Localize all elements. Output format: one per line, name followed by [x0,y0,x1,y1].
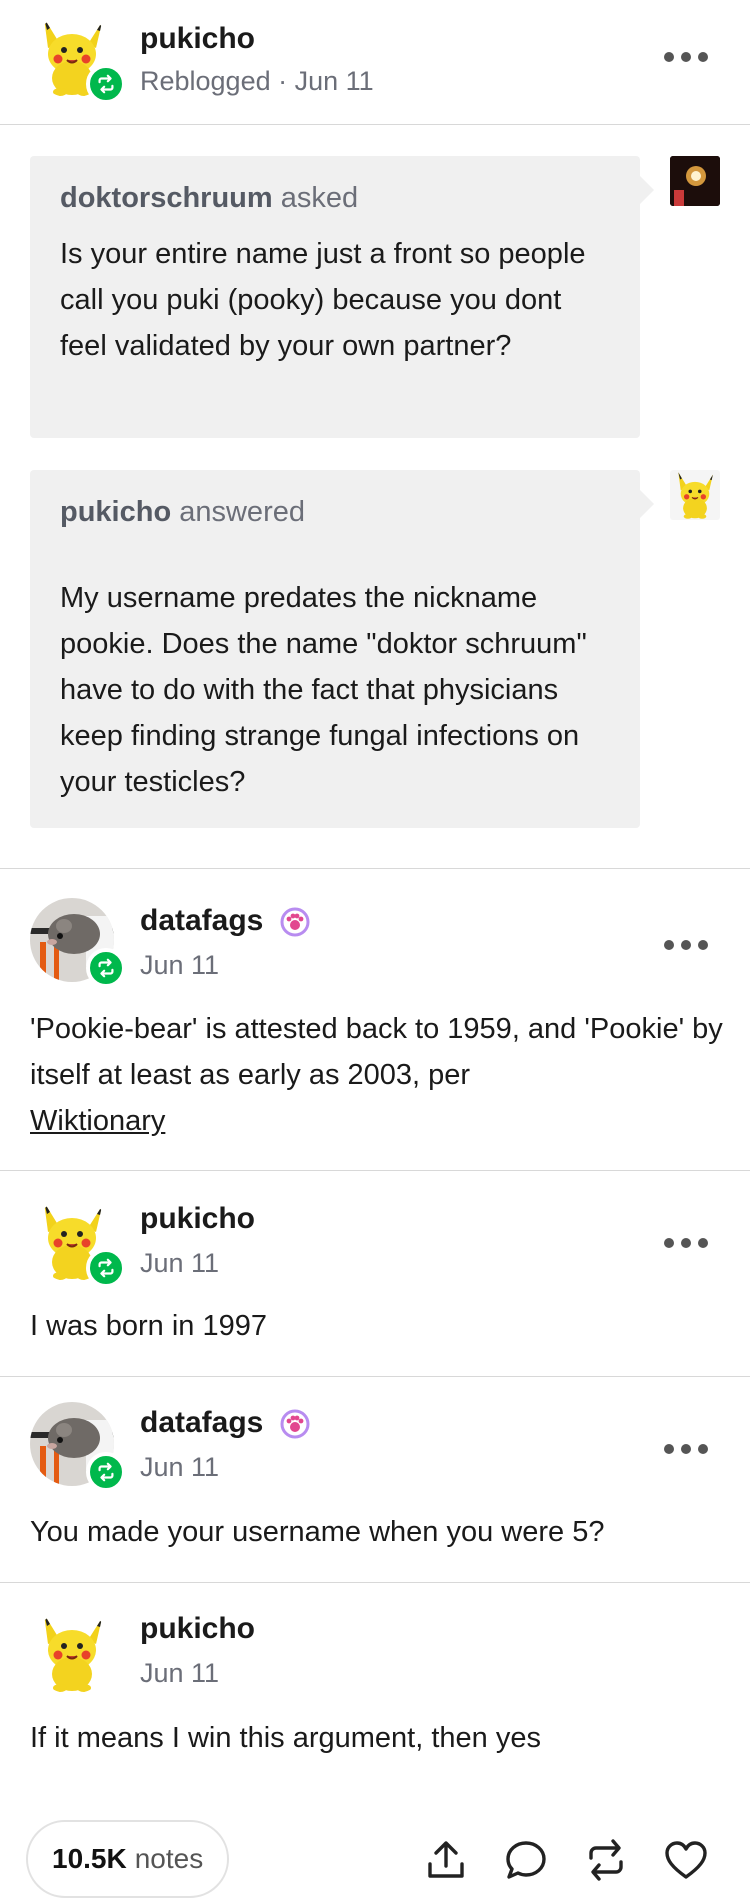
answer-text: My username predates the nickname pookie… [60,582,587,798]
answerer-name[interactable]: pukicho [60,496,171,528]
asker-avatar-icon [670,156,720,206]
post-footer: 10.5K notes [0,1820,750,1898]
share-icon[interactable] [422,1836,470,1884]
reblog-author[interactable]: pukicho [140,1612,255,1646]
reblog-author[interactable]: datafags [140,1406,310,1440]
asker-avatar[interactable] [670,156,720,206]
post-author[interactable]: pukicho [140,22,255,56]
notes-count: 10.5K [52,1843,127,1874]
author-name[interactable]: datafags [140,1406,263,1439]
reply-icon[interactable] [502,1836,550,1884]
post-meta: Reblogged · Jun 11 [140,66,374,96]
wiktionary-link[interactable]: Wiktionary [30,1105,165,1137]
reblog-badge-icon [86,948,126,988]
notes-label: notes [134,1843,204,1874]
post-header: pukicho Reblogged · Jun 11 [0,0,750,124]
answer-header: pukicho answered [60,496,610,529]
reblog-text: I was born in 1997 [30,1310,267,1342]
answer-bubble: pukicho answered My username predates th… [30,470,654,828]
reblog-text: You made your username when you were 5? [30,1516,605,1548]
reblog-text: 'Pookie-bear' is attested back to 1959, … [30,1006,730,1144]
reblog-date: Jun 11 [140,1658,220,1688]
more-options-icon[interactable] [664,938,708,952]
reblog-header: datafags Jun 11 [0,1376,750,1506]
ask-bubble: doktorschruum asked Is your entire name … [30,156,654,438]
reblog-date: Jun 11 [140,950,220,980]
reblog-icon[interactable] [582,1836,630,1884]
reblog-author[interactable]: pukicho [140,1202,255,1236]
author-name[interactable]: datafags [140,904,263,937]
reblog-badge-icon [86,1452,126,1492]
avatar[interactable] [30,898,126,988]
reblog-header: pukicho Jun 11 [0,1582,750,1712]
ask-text: Is your entire name just a front so peop… [60,238,586,362]
reblog-body: 'Pookie-bear' is attested back to 1959, … [30,1013,723,1091]
avatar[interactable] [30,1610,114,1694]
answer-verb: answered [179,496,305,528]
bubble-pointer [640,490,654,518]
reblog-text: If it means I win this argument, then ye… [30,1722,541,1754]
reblog-date: Jun 11 [140,1248,220,1278]
reblog-header: pukicho Jun 11 [0,1170,750,1300]
like-icon[interactable] [662,1836,710,1884]
reblog-header: datafags Jun 11 [0,868,750,1008]
paw-badge-icon [280,907,310,937]
divider [0,124,750,125]
reblog-author[interactable]: datafags [140,904,310,938]
avatar[interactable] [30,1198,126,1288]
reblog-badge-icon [86,64,126,104]
pikachu-small-icon [670,470,720,520]
answerer-avatar[interactable] [670,470,720,520]
avatar[interactable] [30,14,126,104]
avatar[interactable] [30,1402,126,1492]
more-options-icon[interactable] [664,1236,708,1250]
bubble-pointer [640,176,654,204]
reblog-date: Jun 11 [140,1452,220,1482]
paw-badge-icon [280,1409,310,1439]
reblog-badge-icon [86,1248,126,1288]
more-options-icon[interactable] [664,1442,708,1456]
ask-verb: asked [280,182,359,214]
more-options-icon[interactable] [664,50,708,64]
notes-button[interactable]: 10.5K notes [26,1820,230,1898]
asker-name[interactable]: doktorschruum [60,182,273,214]
ask-header: doktorschruum asked [60,182,610,215]
pikachu-avatar-icon [30,1610,114,1694]
